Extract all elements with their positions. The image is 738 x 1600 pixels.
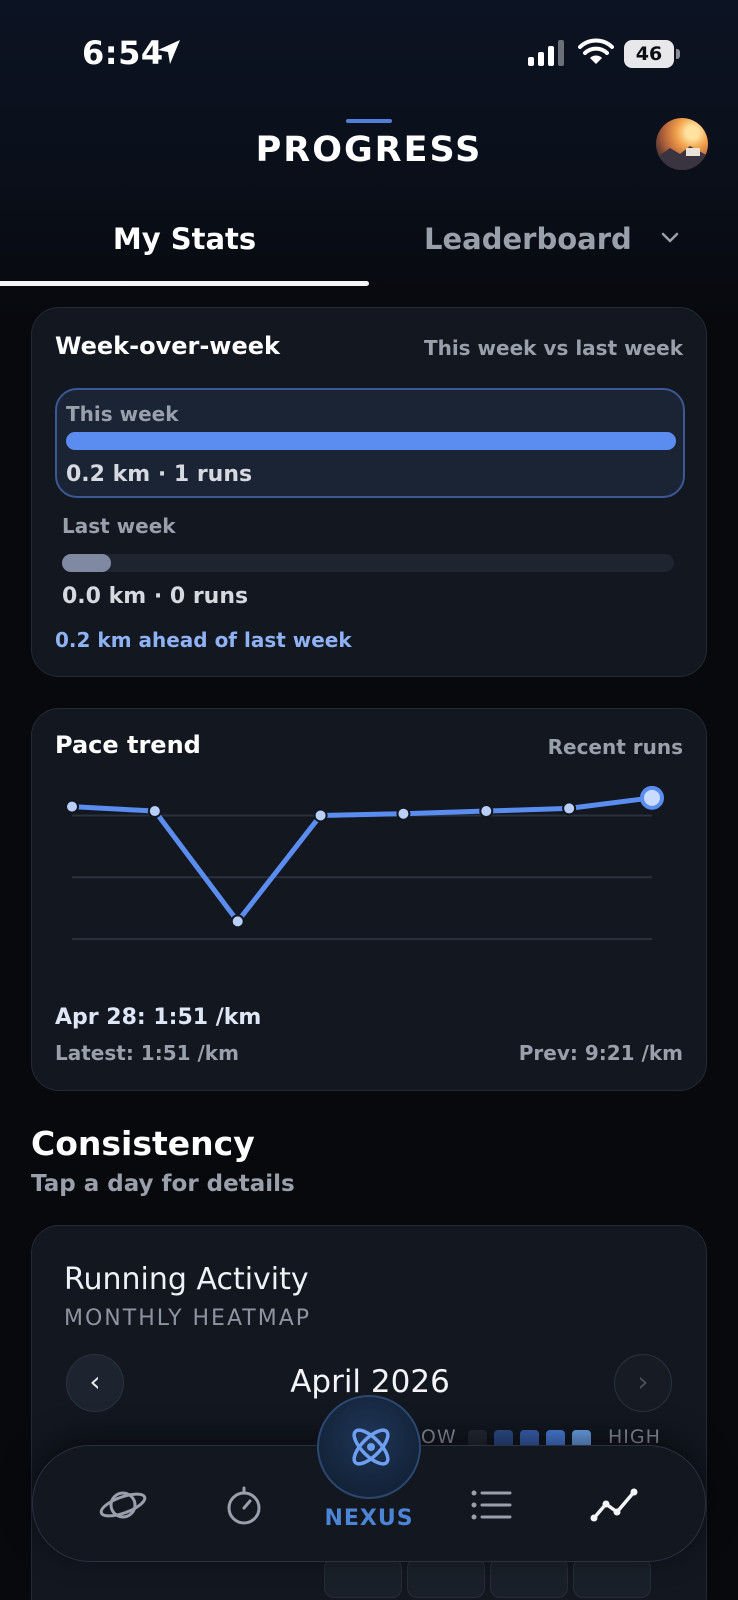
tab-leaderboard[interactable]: Leaderboard — [424, 222, 632, 256]
pace-point[interactable] — [230, 914, 245, 929]
heatmap-day-cell[interactable] — [407, 1558, 485, 1598]
pace-point[interactable] — [396, 806, 411, 821]
avatar[interactable] — [656, 118, 708, 170]
wifi-icon — [578, 38, 614, 64]
heatmap-day-cell[interactable] — [490, 1558, 568, 1598]
this-week-label: This week — [66, 402, 179, 426]
location-arrow-icon — [158, 40, 180, 64]
pace-point[interactable] — [147, 804, 162, 819]
tab-my-stats[interactable]: My Stats — [0, 222, 369, 256]
pace-point[interactable] — [562, 801, 577, 816]
last-week-bar — [62, 554, 674, 572]
heatmap-day-cell[interactable] — [324, 1558, 402, 1598]
trend-icon[interactable] — [590, 1480, 640, 1530]
cellular-signal-icon — [528, 40, 564, 66]
avatar-photo-icon — [656, 146, 708, 170]
week-over-week-subtitle: This week vs last week — [423, 336, 683, 360]
next-month-button[interactable]: › — [614, 1354, 672, 1412]
nexus-button[interactable] — [317, 1395, 421, 1499]
pace-point[interactable] — [479, 804, 494, 819]
battery-indicator: 46 — [624, 40, 674, 68]
header-accent-line — [346, 119, 392, 123]
this-week-row[interactable]: This week 0.2 km · 1 runs — [55, 388, 685, 498]
last-week-label: Last week — [62, 514, 176, 538]
consistency-subtitle: Tap a day for details — [31, 1171, 295, 1197]
atom-icon — [352, 1428, 390, 1466]
pace-point-selected[interactable] — [640, 785, 664, 810]
pace-trend-chart[interactable] — [32, 709, 708, 999]
pace-latest: Latest: 1:51 /km — [55, 1041, 239, 1065]
pace-selected-point: Apr 28: 1:51 /km — [55, 1005, 262, 1030]
week-over-week-title: Week-over-week — [55, 332, 280, 360]
heatmap-title: Running Activity — [64, 1262, 309, 1297]
heatmap-day-cell[interactable] — [573, 1558, 651, 1598]
list-icon[interactable] — [466, 1480, 516, 1530]
this-week-bar — [66, 432, 676, 450]
pace-point[interactable] — [65, 799, 79, 814]
week-comparison-summary: 0.2 km ahead of last week — [55, 628, 352, 652]
chevron-down-icon[interactable] — [661, 232, 679, 244]
pace-previous: Prev: 9:21 /km — [518, 1041, 683, 1065]
pace-trend-card: Pace trend Recent runs Apr 28: 1:51 /km … — [31, 708, 707, 1091]
heatmap-subtitle: MONTHLY HEATMAP — [64, 1306, 312, 1331]
this-week-bar-fill — [66, 432, 676, 450]
pace-point[interactable] — [313, 808, 328, 823]
last-week-bar-fill — [62, 554, 111, 572]
this-week-value: 0.2 km · 1 runs — [66, 462, 253, 487]
active-tab-indicator — [0, 281, 369, 286]
page-title: PROGRESS — [255, 130, 483, 170]
week-over-week-card: Week-over-week This week vs last week Th… — [31, 307, 707, 677]
last-week-value: 0.0 km · 0 runs — [62, 584, 249, 609]
battery-cap — [676, 49, 680, 59]
status-time: 6:54 — [82, 34, 164, 72]
consistency-heading: Consistency — [31, 1124, 255, 1163]
